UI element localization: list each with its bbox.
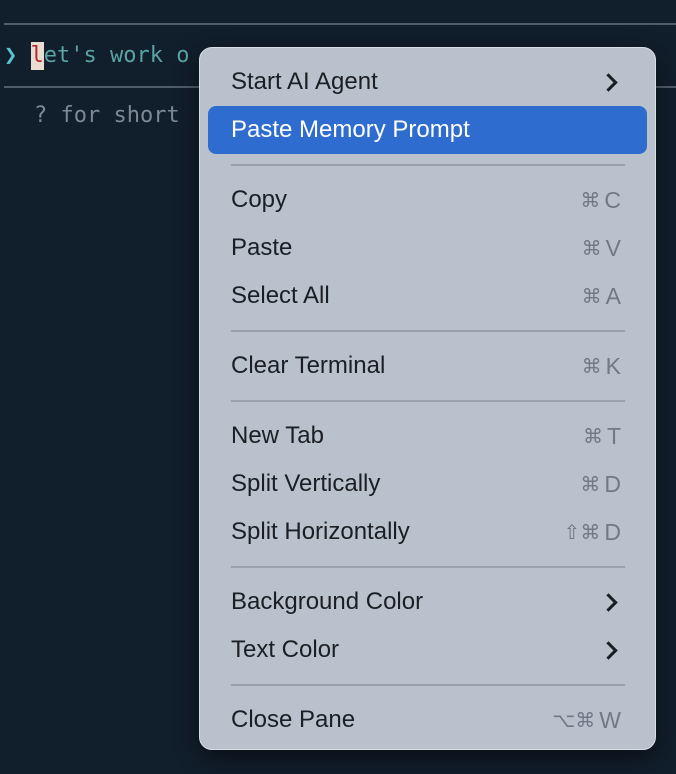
shortcut-modifier-icon: ⌘ [580, 188, 601, 212]
shortcut-modifier-icon: ⌘ [582, 424, 603, 448]
menu-item-label: Close Pane [231, 706, 356, 733]
menu-separator [231, 400, 625, 402]
shortcut-key: D [604, 470, 621, 497]
menu-item-shortcut: ⌘ K [582, 353, 621, 380]
menu-item-label: New Tab [231, 422, 324, 449]
chevron-right-icon [599, 592, 618, 612]
menu-separator [231, 684, 625, 686]
menu-item-copy[interactable]: Copy ⌘ C [208, 176, 647, 224]
shortcut-key: C [604, 186, 621, 213]
menu-item-label: Copy [231, 186, 288, 213]
menu-item-close-pane[interactable]: Close Pane ⌥⌘ W [208, 696, 647, 744]
menu-item-shortcut: ⇧⌘ D [564, 519, 621, 546]
menu-item-shortcut: ⌥⌘ W [552, 707, 621, 734]
menu-item-start-ai-agent[interactable]: Start AI Agent [208, 58, 647, 106]
menu-item-label: Select All [231, 282, 330, 309]
menu-item-shortcut: ⌘ C [580, 187, 621, 214]
menu-item-shortcut: ⌘ T [583, 423, 621, 450]
menu-separator [231, 330, 625, 332]
menu-item-label: Split Vertically [231, 470, 381, 497]
chevron-right-icon [599, 640, 618, 660]
shortcut-modifier-icon: ⌘ [580, 472, 601, 496]
menu-item-clear-terminal[interactable]: Clear Terminal ⌘ K [208, 342, 647, 390]
chevron-right-icon [599, 72, 618, 92]
shortcut-key: K [605, 352, 621, 379]
shortcut-modifier-icon: ⇧⌘ [563, 520, 601, 544]
menu-item-label: Background Color [231, 588, 424, 615]
terminal-cursor: l [30, 42, 44, 70]
menu-item-text-color[interactable]: Text Color [208, 626, 647, 674]
shortcut-key: V [605, 234, 621, 261]
menu-item-label: Start AI Agent [231, 68, 378, 95]
menu-item-label: Text Color [231, 636, 340, 663]
shortcut-modifier-icon: ⌘ [581, 236, 602, 260]
terminal-divider-top [4, 23, 676, 25]
menu-item-select-all[interactable]: Select All ⌘ A [208, 272, 647, 320]
menu-separator [231, 164, 625, 166]
menu-item-paste[interactable]: Paste ⌘ V [208, 224, 647, 272]
menu-item-shortcut: ⌘ V [582, 235, 621, 262]
menu-item-new-tab[interactable]: New Tab ⌘ T [208, 412, 647, 460]
terminal-input-text: et's work o [43, 43, 190, 68]
menu-item-split-vertically[interactable]: Split Vertically ⌘ D [208, 460, 647, 508]
terminal-hint: ? for short [34, 103, 180, 128]
terminal-prompt-line: ❯ let's work o [4, 42, 189, 70]
menu-item-label: Clear Terminal [231, 352, 386, 379]
menu-item-shortcut: ⌘ D [580, 471, 621, 498]
shortcut-modifier-icon: ⌥⌘ [552, 708, 596, 732]
shortcut-modifier-icon: ⌘ [581, 284, 602, 308]
menu-item-shortcut: ⌘ A [582, 283, 621, 310]
menu-item-background-color[interactable]: Background Color [208, 578, 647, 626]
menu-item-split-horizontally[interactable]: Split Horizontally ⇧⌘ D [208, 508, 647, 556]
menu-item-label: Paste [231, 234, 293, 261]
prompt-chevron-icon: ❯ [4, 43, 18, 68]
menu-item-label: Paste Memory Prompt [231, 116, 470, 143]
shortcut-key: T [606, 422, 621, 449]
menu-separator [231, 566, 625, 568]
shortcut-key: W [599, 706, 621, 733]
shortcut-modifier-icon: ⌘ [581, 354, 602, 378]
menu-item-label: Split Horizontally [231, 518, 410, 545]
menu-item-paste-memory-prompt[interactable]: Paste Memory Prompt [208, 106, 647, 154]
shortcut-key: D [604, 518, 621, 545]
shortcut-key: A [605, 282, 621, 309]
context-menu: Start AI Agent Paste Memory Prompt Copy ⌘ C P… [199, 47, 656, 750]
